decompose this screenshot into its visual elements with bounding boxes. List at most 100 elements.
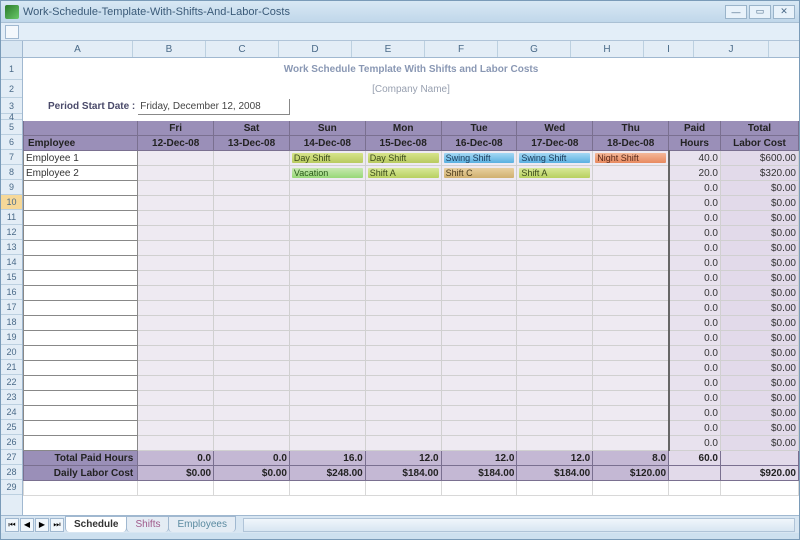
shift-cell-0-0[interactable] xyxy=(138,151,214,166)
header-dow-1[interactable]: Sat xyxy=(214,121,290,136)
shift-cell-0-1[interactable] xyxy=(214,151,290,166)
header-dow-5[interactable]: Wed xyxy=(517,121,593,136)
employee-name-empty-1[interactable] xyxy=(24,196,138,211)
shift-cell-1-6[interactable] xyxy=(593,166,669,181)
header-dow-6[interactable]: Thu xyxy=(593,121,669,136)
row-13[interactable]: 13 xyxy=(1,240,22,255)
tab-schedule[interactable]: Schedule xyxy=(65,516,127,532)
row-7[interactable]: 7 xyxy=(1,150,22,165)
employee-name-empty-2[interactable] xyxy=(24,211,138,226)
employee-name-empty-11[interactable] xyxy=(24,346,138,361)
grid[interactable]: Work Schedule Template With Shifts and L… xyxy=(23,58,799,515)
tab-nav-next[interactable]: ▶ xyxy=(35,518,49,532)
tab-nav-first[interactable]: ⏮ xyxy=(5,518,19,532)
col-F[interactable]: F xyxy=(425,41,498,57)
employee-name-empty-17[interactable] xyxy=(24,436,138,451)
row-2[interactable]: 2 xyxy=(1,80,22,98)
shift-cell-0-4[interactable]: Swing Shift xyxy=(441,151,517,166)
shift-cell-0-6[interactable]: Night Shift xyxy=(593,151,669,166)
col-J[interactable]: J xyxy=(694,41,769,57)
close-button[interactable]: ✕ xyxy=(773,5,795,19)
row-8[interactable]: 8 xyxy=(1,165,22,180)
row-26[interactable]: 26 xyxy=(1,435,22,450)
header-dow-2[interactable]: Sun xyxy=(289,121,365,136)
select-all-corner[interactable] xyxy=(1,41,23,57)
header-cost2[interactable]: Labor Cost xyxy=(721,136,799,151)
row-20[interactable]: 20 xyxy=(1,345,22,360)
col-E[interactable]: E xyxy=(352,41,425,57)
tab-nav-last[interactable]: ⏭ xyxy=(50,518,64,532)
row-17[interactable]: 17 xyxy=(1,300,22,315)
employee-name-empty-14[interactable] xyxy=(24,391,138,406)
header-date-3[interactable]: 15-Dec-08 xyxy=(365,136,441,151)
daily-cost-3[interactable]: $184.00 xyxy=(365,466,441,481)
total-paid-4[interactable]: 12.0 xyxy=(441,451,517,466)
employee-name-empty-8[interactable] xyxy=(24,301,138,316)
header-dow-0[interactable]: Fri xyxy=(138,121,214,136)
shift-cell-1-3[interactable]: Shift A xyxy=(365,166,441,181)
labor-cost-1[interactable]: $320.00 xyxy=(721,166,799,181)
row-27[interactable]: 27 xyxy=(1,450,22,465)
maximize-button[interactable]: ▭ xyxy=(749,5,771,19)
daily-cost-4[interactable]: $184.00 xyxy=(441,466,517,481)
row-19[interactable]: 19 xyxy=(1,330,22,345)
horizontal-scrollbar[interactable] xyxy=(243,518,795,532)
shift-cell-0-3[interactable]: Day Shift xyxy=(365,151,441,166)
row-9[interactable]: 9 xyxy=(1,180,22,195)
total-paid-5[interactable]: 12.0 xyxy=(517,451,593,466)
row-29[interactable]: 29 xyxy=(1,480,22,495)
employee-name-empty-15[interactable] xyxy=(24,406,138,421)
row-16[interactable]: 16 xyxy=(1,285,22,300)
employee-name-empty-13[interactable] xyxy=(24,376,138,391)
paid-hours-0[interactable]: 40.0 xyxy=(669,151,721,166)
tab-shifts[interactable]: Shifts xyxy=(126,516,169,532)
employee-name-empty-3[interactable] xyxy=(24,226,138,241)
row-15[interactable]: 15 xyxy=(1,270,22,285)
shift-cell-1-0[interactable] xyxy=(138,166,214,181)
shift-cell-0-2[interactable]: Day Shift xyxy=(289,151,365,166)
employee-name-empty-9[interactable] xyxy=(24,316,138,331)
period-start-value[interactable]: Friday, December 12, 2008 xyxy=(138,99,290,115)
employee-name-0[interactable]: Employee 1 xyxy=(24,151,138,166)
header-employee[interactable]: Employee xyxy=(24,136,138,151)
header-date-0[interactable]: 12-Dec-08 xyxy=(138,136,214,151)
total-paid-6[interactable]: 8.0 xyxy=(593,451,669,466)
header-date-1[interactable]: 13-Dec-08 xyxy=(214,136,290,151)
header-dow-4[interactable]: Tue xyxy=(441,121,517,136)
row-24[interactable]: 24 xyxy=(1,405,22,420)
shift-cell-1-5[interactable]: Shift A xyxy=(517,166,593,181)
col-A[interactable]: A xyxy=(23,41,133,57)
office-icon[interactable] xyxy=(5,25,19,39)
employee-name-empty-5[interactable] xyxy=(24,256,138,271)
row-5[interactable]: 5 xyxy=(1,120,22,135)
header-paid[interactable]: Paid xyxy=(669,121,721,136)
employee-name-empty-6[interactable] xyxy=(24,271,138,286)
row-11[interactable]: 11 xyxy=(1,210,22,225)
total-labor-cost[interactable]: $920.00 xyxy=(721,466,799,481)
company-name[interactable]: [Company Name] xyxy=(24,81,799,99)
minimize-button[interactable]: — xyxy=(725,5,747,19)
col-C[interactable]: C xyxy=(206,41,279,57)
row-18[interactable]: 18 xyxy=(1,315,22,330)
shift-cell-1-1[interactable] xyxy=(214,166,290,181)
employee-name-1[interactable]: Employee 2 xyxy=(24,166,138,181)
period-start-label[interactable]: Period Start Date : xyxy=(24,99,138,115)
total-paid-1[interactable]: 0.0 xyxy=(214,451,290,466)
daily-labor-cost-label[interactable]: Daily Labor Cost xyxy=(24,466,138,481)
daily-cost-6[interactable]: $120.00 xyxy=(593,466,669,481)
paid-hours-1[interactable]: 20.0 xyxy=(669,166,721,181)
row-10[interactable]: 10 xyxy=(1,195,22,210)
header-date-6[interactable]: 18-Dec-08 xyxy=(593,136,669,151)
total-paid-sum[interactable]: 60.0 xyxy=(669,451,721,466)
header-date-2[interactable]: 14-Dec-08 xyxy=(289,136,365,151)
daily-cost-2[interactable]: $248.00 xyxy=(289,466,365,481)
header-paid2[interactable]: Hours xyxy=(669,136,721,151)
row-1[interactable]: 1 xyxy=(1,58,22,80)
row-6[interactable]: 6 xyxy=(1,135,22,150)
row-22[interactable]: 22 xyxy=(1,375,22,390)
tab-employees[interactable]: Employees xyxy=(168,516,235,532)
header-cost[interactable]: Total xyxy=(721,121,799,136)
total-paid-0[interactable]: 0.0 xyxy=(138,451,214,466)
employee-name-empty-10[interactable] xyxy=(24,331,138,346)
header-date-5[interactable]: 17-Dec-08 xyxy=(517,136,593,151)
